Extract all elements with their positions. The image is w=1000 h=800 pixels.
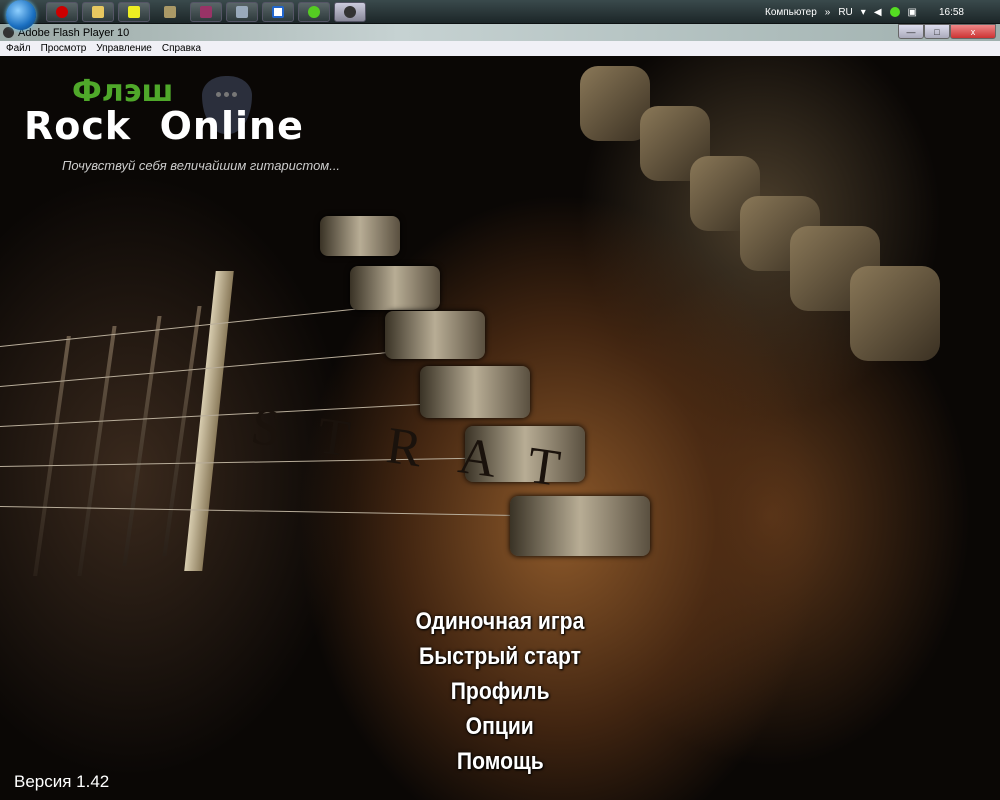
menu-single-player[interactable]: Одиночная игра [416, 604, 585, 639]
taskbar-icq[interactable] [298, 2, 330, 22]
menu-file[interactable]: Файл [6, 43, 31, 54]
version-label: Версия 1.42 [14, 772, 110, 791]
menu-view[interactable]: Просмотр [41, 43, 87, 54]
chevron-icon[interactable]: » [825, 7, 831, 18]
taskbar-flash-player[interactable] [334, 2, 366, 22]
volume-icon[interactable]: ◀ [874, 7, 882, 18]
menu-quick-start[interactable]: Быстрый старт [419, 639, 581, 674]
status-green-icon[interactable] [889, 7, 900, 17]
flash-app-icon [3, 27, 14, 38]
minimize-button[interactable]: — [898, 24, 924, 39]
menu-options[interactable]: Опции [466, 709, 534, 744]
network-icon[interactable]: ▣ [908, 7, 917, 18]
start-button[interactable] [6, 0, 36, 30]
tagline: Почувствуй себя величайшим гитаристом... [62, 158, 341, 173]
menu-help[interactable]: Справка [162, 43, 201, 54]
flash-stage: STRAT Флэш Rock Online Почувствуй себя в… [0, 56, 1000, 800]
maximize-button[interactable]: □ [924, 24, 950, 39]
taskbar-monitor[interactable] [226, 2, 258, 22]
menu-help-game[interactable]: Помощь [457, 744, 544, 779]
taskbar-opera[interactable] [46, 2, 78, 22]
menu-profile[interactable]: Профиль [451, 674, 550, 709]
language-indicator[interactable]: RU [838, 7, 852, 18]
clock[interactable]: 16:58 [939, 7, 964, 18]
system-tray: Компьютер » RU ▾ ◀ ▣ 16:58 [765, 0, 1000, 24]
taskbar-word[interactable] [262, 2, 294, 22]
main-menu: Одиночная игра Быстрый старт Профиль Опц… [350, 604, 650, 779]
taskbar: Компьютер » RU ▾ ◀ ▣ 16:58 [0, 0, 1000, 30]
menubar: Файл Просмотр Управление Справка [0, 41, 1000, 56]
taskbar-app-game[interactable] [154, 2, 186, 22]
dropdown-arrow-icon[interactable]: ▾ [861, 7, 866, 18]
toolbar-label[interactable]: Компьютер [765, 7, 817, 18]
taskbar-winrar[interactable] [190, 2, 222, 22]
logo-main-text: Rock Online [24, 104, 304, 148]
window-title: Adobe Flash Player 10 [18, 26, 130, 39]
window-titlebar: Adobe Flash Player 10 — □ x [0, 24, 1000, 41]
taskbar-explorer[interactable] [82, 2, 114, 22]
taskbar-app-yellow[interactable] [118, 2, 150, 22]
menu-control[interactable]: Управление [96, 43, 152, 54]
close-button[interactable]: x [950, 24, 996, 39]
